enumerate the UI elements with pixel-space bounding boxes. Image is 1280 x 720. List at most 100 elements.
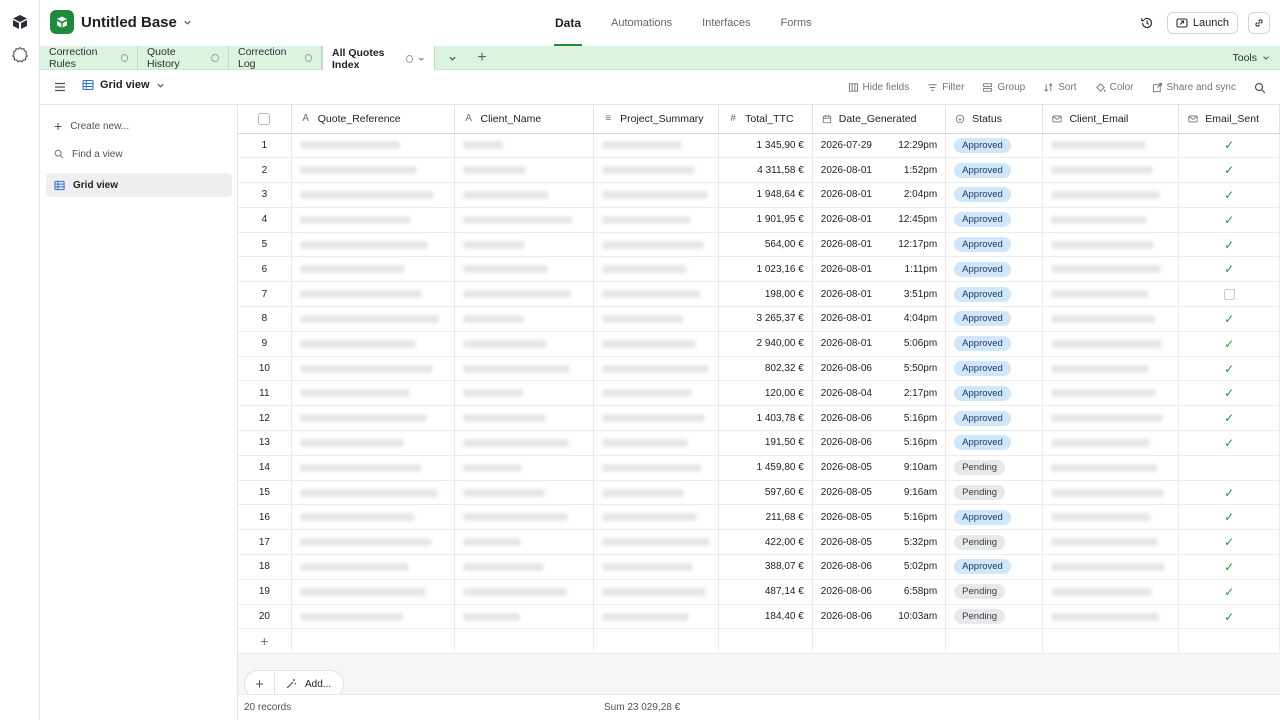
cell-project-summary[interactable] (593, 133, 720, 159)
table-row[interactable]: 8 3 265,37 € 2026-08-01 4:04pm Approved ✓ (238, 306, 1280, 332)
row-number[interactable]: 1 (238, 133, 292, 159)
cell-email-sent[interactable] (1178, 455, 1280, 481)
checkmark-icon[interactable]: ✓ (1187, 585, 1271, 599)
tools-menu[interactable]: Tools (1232, 46, 1270, 70)
checkmark-icon[interactable]: ✓ (1187, 138, 1271, 152)
cell-client-name[interactable] (454, 480, 595, 506)
cell-client-name[interactable] (454, 207, 595, 233)
cell-date-generated[interactable]: 2026-07-29 12:29pm (812, 133, 947, 159)
checkmark-icon[interactable]: ✓ (1187, 312, 1271, 326)
cell-email-sent[interactable]: ✓ (1178, 133, 1280, 159)
cell-client-name[interactable] (454, 579, 595, 605)
cell-client-name[interactable] (454, 604, 595, 630)
cell-quote-reference[interactable] (291, 281, 455, 308)
cell-quote-reference[interactable] (291, 356, 455, 382)
cell-client-name[interactable] (454, 554, 595, 580)
cell-client-email[interactable] (1042, 380, 1180, 407)
cell-quote-reference[interactable] (291, 405, 455, 432)
cell-email-sent[interactable]: ✓ (1178, 604, 1280, 630)
cell-quote-reference[interactable] (291, 554, 455, 580)
cell-status[interactable]: Approved (945, 504, 1044, 531)
cell-status[interactable]: Approved (945, 157, 1044, 184)
row-number[interactable]: 13 (238, 430, 292, 456)
cell-date-generated[interactable]: 2026-08-06 5:16pm (812, 430, 947, 456)
row-number[interactable]: 6 (238, 256, 292, 283)
column-header-quote-reference[interactable]: A Quote_Reference (291, 105, 455, 134)
cell-total-ttc[interactable]: 1 345,90 € (718, 133, 813, 159)
launch-button[interactable]: Launch (1166, 12, 1238, 34)
cell-date-generated[interactable]: 2026-08-01 2:04pm (812, 182, 947, 208)
create-new-view-button[interactable]: + Create new... (46, 114, 232, 138)
cell-total-ttc[interactable]: 487,14 € (718, 579, 813, 605)
cell-status[interactable]: Approved (945, 331, 1044, 357)
cell-date-generated[interactable]: 2026-08-06 5:02pm (812, 554, 947, 580)
cell-project-summary[interactable] (593, 455, 720, 481)
column-header-client-name[interactable]: A Client_Name (454, 105, 595, 134)
cell-client-email[interactable] (1042, 480, 1180, 506)
cell-status[interactable]: Pending (945, 529, 1044, 556)
cell-client-name[interactable] (454, 356, 595, 382)
cell-client-email[interactable] (1042, 256, 1180, 283)
cell-email-sent[interactable]: ✓ (1178, 356, 1280, 382)
cell-project-summary[interactable] (593, 504, 720, 531)
cell-email-sent[interactable]: ✓ (1178, 504, 1280, 531)
cell-total-ttc[interactable]: 211,68 € (718, 504, 813, 531)
cell-status[interactable]: Approved (945, 232, 1044, 258)
cell-date-generated[interactable]: 2026-08-04 2:17pm (812, 380, 947, 407)
checkmark-icon[interactable]: ✓ (1187, 535, 1271, 549)
cell-total-ttc[interactable]: 3 265,37 € (718, 306, 813, 332)
table-row[interactable]: 17 422,00 € 2026-08-05 5:32pm Pending ✓ (238, 529, 1280, 556)
table-row[interactable]: 9 2 940,00 € 2026-08-01 5:06pm Approved ✓ (238, 331, 1280, 357)
cell-client-name[interactable] (454, 455, 595, 481)
row-number[interactable]: 15 (238, 480, 292, 506)
cell-project-summary[interactable] (593, 480, 720, 506)
cell-status[interactable]: Approved (945, 182, 1044, 208)
cell-date-generated[interactable]: 2026-08-01 4:04pm (812, 306, 947, 332)
view-switcher[interactable]: Grid view (82, 79, 165, 91)
cell-client-email[interactable] (1042, 133, 1180, 159)
cell-client-email[interactable] (1042, 579, 1180, 605)
cell-total-ttc[interactable]: 184,40 € (718, 604, 813, 630)
cell-date-generated[interactable]: 2026-08-01 5:06pm (812, 331, 947, 357)
column-header-status[interactable]: Status (945, 105, 1044, 134)
add-record-row[interactable]: + (238, 628, 1280, 655)
cell-status[interactable]: Approved (945, 430, 1044, 456)
cell-status[interactable]: Approved (945, 207, 1044, 233)
cell-status[interactable]: Approved (945, 256, 1044, 283)
cell-project-summary[interactable] (593, 554, 720, 580)
column-header-email-sent[interactable]: Email_Sent (1178, 105, 1280, 134)
column-header-date-generated[interactable]: Date_Generated (812, 105, 947, 134)
cell-status[interactable]: Approved (945, 380, 1044, 407)
row-number[interactable]: 3 (238, 182, 292, 208)
find-view-search[interactable]: Find a view (46, 142, 232, 166)
checkmark-icon[interactable]: ✓ (1187, 436, 1271, 450)
cell-date-generated[interactable]: 2026-08-05 5:16pm (812, 504, 947, 531)
cell-client-email[interactable] (1042, 157, 1180, 184)
tab-all-quotes-index[interactable]: All Quotes Index (322, 46, 435, 71)
sidebar-toggle-hamburger-icon[interactable] (53, 80, 67, 94)
cell-total-ttc[interactable]: 198,00 € (718, 281, 813, 308)
cell-client-email[interactable] (1042, 455, 1180, 481)
table-row[interactable]: 18 388,07 € 2026-08-06 5:02pm Approved ✓ (238, 554, 1280, 580)
cell-total-ttc[interactable]: 802,32 € (718, 356, 813, 382)
hide-fields-button[interactable]: Hide fields (848, 82, 909, 93)
row-number[interactable]: 10 (238, 356, 292, 382)
cell-email-sent[interactable]: ✓ (1178, 579, 1280, 605)
add-record-plus-icon[interactable]: + (238, 628, 292, 655)
tab-correction-log[interactable]: Correction Log (229, 46, 322, 70)
base-name-dropdown[interactable]: Untitled Base (81, 14, 192, 31)
cell-total-ttc[interactable]: 191,50 € (718, 430, 813, 456)
base-logo-icon[interactable] (50, 10, 74, 34)
cell-email-sent[interactable]: ✓ (1178, 480, 1280, 506)
cell-date-generated[interactable]: 2026-08-05 5:32pm (812, 529, 947, 556)
checkmark-icon[interactable]: ✓ (1187, 610, 1271, 624)
checkmark-icon[interactable]: ✓ (1187, 188, 1271, 202)
cell-project-summary[interactable] (593, 604, 720, 630)
tab-quote-history[interactable]: Quote History (138, 46, 229, 70)
cell-client-name[interactable] (454, 529, 595, 556)
table-row[interactable]: 3 1 948,64 € 2026-08-01 2:04pm Approved ✓ (238, 182, 1280, 208)
cell-total-ttc[interactable]: 2 940,00 € (718, 331, 813, 357)
column-header-project-summary[interactable]: ≡ Project_Summary (593, 105, 720, 134)
cell-project-summary[interactable] (593, 207, 720, 233)
share-and-sync-button[interactable]: Share and sync (1152, 82, 1236, 93)
